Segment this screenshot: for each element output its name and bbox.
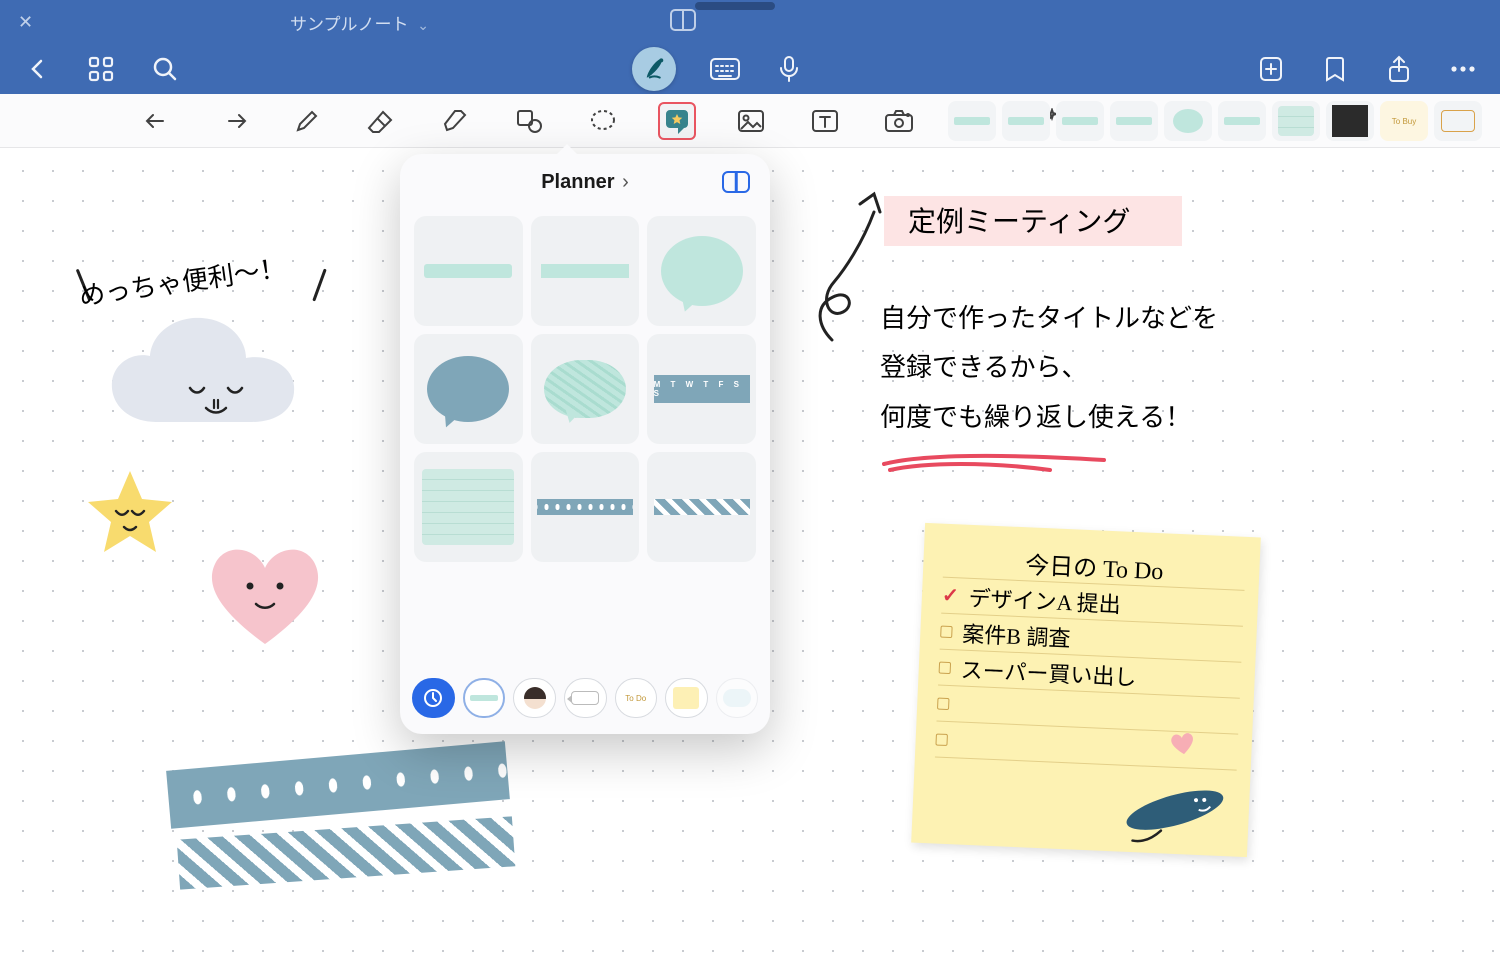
tab-recent[interactable] (412, 678, 455, 718)
text-tool-icon[interactable] (806, 102, 844, 140)
note-title-text: サンプルノート (290, 15, 409, 34)
image-tool-icon[interactable] (732, 102, 770, 140)
titlebar: ✕ サンプルノート ⌄ (0, 0, 1500, 44)
nav-right (1256, 54, 1478, 84)
tab-tags[interactable] (564, 678, 607, 718)
back-icon[interactable] (22, 54, 52, 84)
qs-bubble[interactable] (1164, 101, 1212, 141)
more-icon[interactable] (1448, 54, 1478, 84)
layout-toggle-icon[interactable] (722, 171, 750, 193)
add-page-icon[interactable] (1256, 54, 1286, 84)
thumbnails-icon[interactable] (86, 54, 116, 84)
nav-center (632, 47, 804, 91)
arrow-doodle (802, 190, 892, 350)
redo-icon[interactable] (214, 102, 252, 140)
sticker-tool-icon[interactable] (658, 102, 696, 140)
quick-sticker-row: To Buy (948, 101, 1482, 141)
tab-avatar[interactable] (513, 678, 556, 718)
heart-sticker[interactable] (200, 534, 330, 654)
todo-sticky[interactable]: 今日の To Do ✓デザインA 提出 案件B 調査 スーパー買い出し (911, 523, 1261, 857)
cloud-sticker[interactable] (106, 312, 326, 462)
chevron-right-icon: › (622, 171, 629, 193)
tab-postit[interactable] (665, 678, 708, 718)
qs-tape-4[interactable] (1110, 101, 1158, 141)
qs-tape-1[interactable] (948, 101, 996, 141)
red-underline (880, 450, 1110, 476)
qs-notepad[interactable] (1272, 101, 1320, 141)
pen-mode-button[interactable] (632, 47, 676, 91)
sticker-dot-tape[interactable] (531, 452, 640, 562)
qs-dark[interactable] (1326, 101, 1374, 141)
pen-tool-icon[interactable] (288, 102, 326, 140)
sticker-bubble-mint[interactable] (647, 216, 756, 326)
lasso-tool-icon[interactable] (584, 102, 622, 140)
note-title[interactable]: サンプルノート ⌄ (290, 10, 429, 35)
microphone-icon[interactable] (774, 54, 804, 84)
popover-tabs: To Do (400, 668, 770, 734)
sticker-tape-ribbon[interactable] (531, 216, 640, 326)
popover-header: Planner › (400, 154, 770, 210)
sticker-tape-plain[interactable] (414, 216, 523, 326)
close-icon[interactable]: ✕ (18, 12, 33, 33)
sticker-notepad[interactable] (414, 452, 523, 562)
highlighter-tool-icon[interactable] (436, 102, 474, 140)
navbar (0, 44, 1500, 94)
eraser-tool-icon[interactable] (362, 102, 400, 140)
search-icon[interactable] (150, 54, 180, 84)
checkbox-icon (937, 697, 950, 710)
split-view-icon[interactable] (670, 9, 696, 36)
star-sticker[interactable] (80, 465, 180, 565)
check-icon: ✓ (941, 583, 959, 609)
bookmark-icon[interactable] (1320, 54, 1350, 84)
toolrow: To Buy (0, 94, 1500, 148)
qs-tape-2[interactable] (1002, 101, 1050, 141)
title-tape-text: 定例ミーティング (908, 200, 1130, 240)
multitask-indicator[interactable] (695, 2, 775, 10)
qs-tape-5[interactable] (1218, 101, 1266, 141)
undo-icon[interactable] (140, 102, 178, 140)
checkbox-icon (940, 625, 953, 638)
nav-left (22, 54, 180, 84)
checkbox-icon (935, 733, 948, 746)
popover-collection-name: Planner (541, 171, 614, 193)
tab-todo[interactable]: To Do (615, 678, 658, 718)
tab-more[interactable] (716, 678, 759, 718)
camera-tool-icon[interactable] (880, 102, 918, 140)
sticker-popover: Planner › M T W T F S S To Do (400, 154, 770, 734)
qs-tape-3[interactable] (1056, 101, 1104, 141)
chevron-down-icon: ⌄ (417, 17, 429, 33)
share-icon[interactable] (1384, 54, 1414, 84)
sticker-bubble-slate[interactable] (414, 334, 523, 444)
keyboard-icon[interactable] (710, 54, 740, 84)
checkbox-icon (939, 661, 952, 674)
handwritten-note: 自分で作ったタイトルなどを 登録できるから、 何度でも繰り返し使える！ (880, 294, 1218, 442)
sticker-grid: M T W T F S S (400, 210, 770, 668)
sticker-stripe-tape[interactable] (647, 452, 756, 562)
sticker-bubble-scribble[interactable] (531, 334, 640, 444)
shape-tool-icon[interactable] (510, 102, 548, 140)
sticker-week-strip[interactable]: M T W T F S S (647, 334, 756, 444)
popover-collection-button[interactable]: Planner › (541, 171, 629, 194)
tab-planner[interactable] (463, 678, 506, 718)
qs-extra[interactable] (1434, 101, 1482, 141)
qs-todo-label: To Buy (1392, 117, 1416, 126)
qs-todo[interactable]: To Buy (1380, 101, 1428, 141)
